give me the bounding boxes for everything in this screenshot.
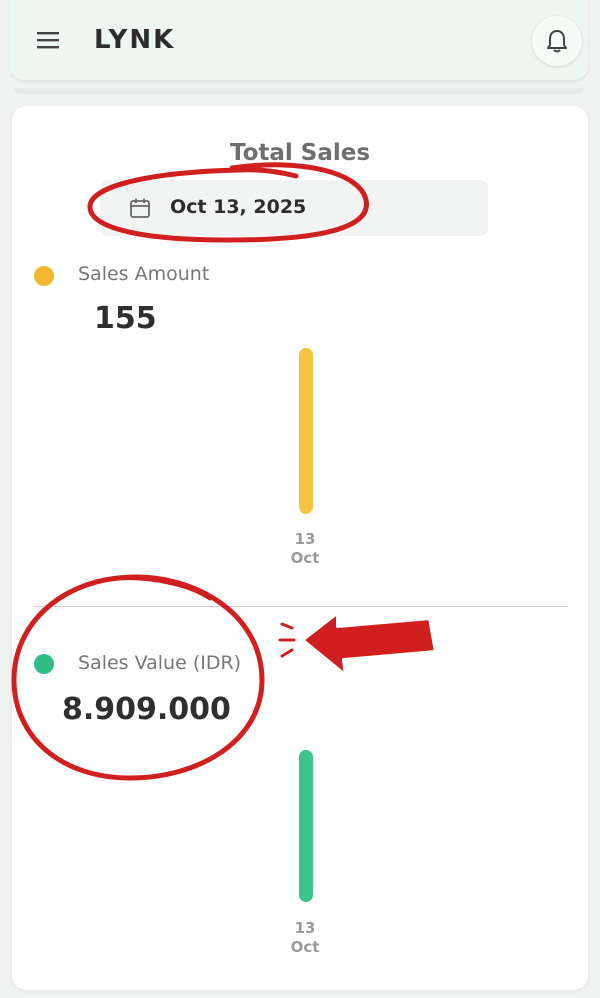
tick-label-value-month: Oct xyxy=(290,938,320,956)
bell-icon xyxy=(547,30,567,53)
total-sales-card: Total Sales Oct 13, 2025 Sales Amount 15… xyxy=(12,106,588,990)
chart-bar-sales-value xyxy=(299,750,313,902)
hamburger-menu-icon[interactable] xyxy=(37,30,59,50)
sales-amount-label: Sales Amount xyxy=(78,263,210,285)
sales-amount-value: 155 xyxy=(94,301,157,336)
notification-button[interactable] xyxy=(532,16,582,66)
app-logo[interactable]: LYNK xyxy=(94,24,175,56)
selected-date: Oct 13, 2025 xyxy=(170,196,307,218)
calendar-icon xyxy=(130,198,150,218)
tick-label-amount-month: Oct xyxy=(290,549,320,567)
sales-value-label: Sales Value (IDR) xyxy=(78,652,242,674)
tick-label-value-day: 13 xyxy=(294,919,316,937)
section-divider xyxy=(34,606,568,607)
card-title: Total Sales xyxy=(229,140,371,166)
sales-amount-dot xyxy=(34,266,54,286)
date-picker[interactable]: Oct 13, 2025 xyxy=(100,180,488,236)
chart-bar-sales-amount xyxy=(299,348,313,514)
sales-value-value: 8.909.000 xyxy=(62,692,231,727)
header-shadow-strip xyxy=(14,88,584,94)
sales-value-dot xyxy=(34,654,54,674)
tick-label-amount-day: 13 xyxy=(294,530,316,548)
app-header: LYNK xyxy=(10,0,588,80)
